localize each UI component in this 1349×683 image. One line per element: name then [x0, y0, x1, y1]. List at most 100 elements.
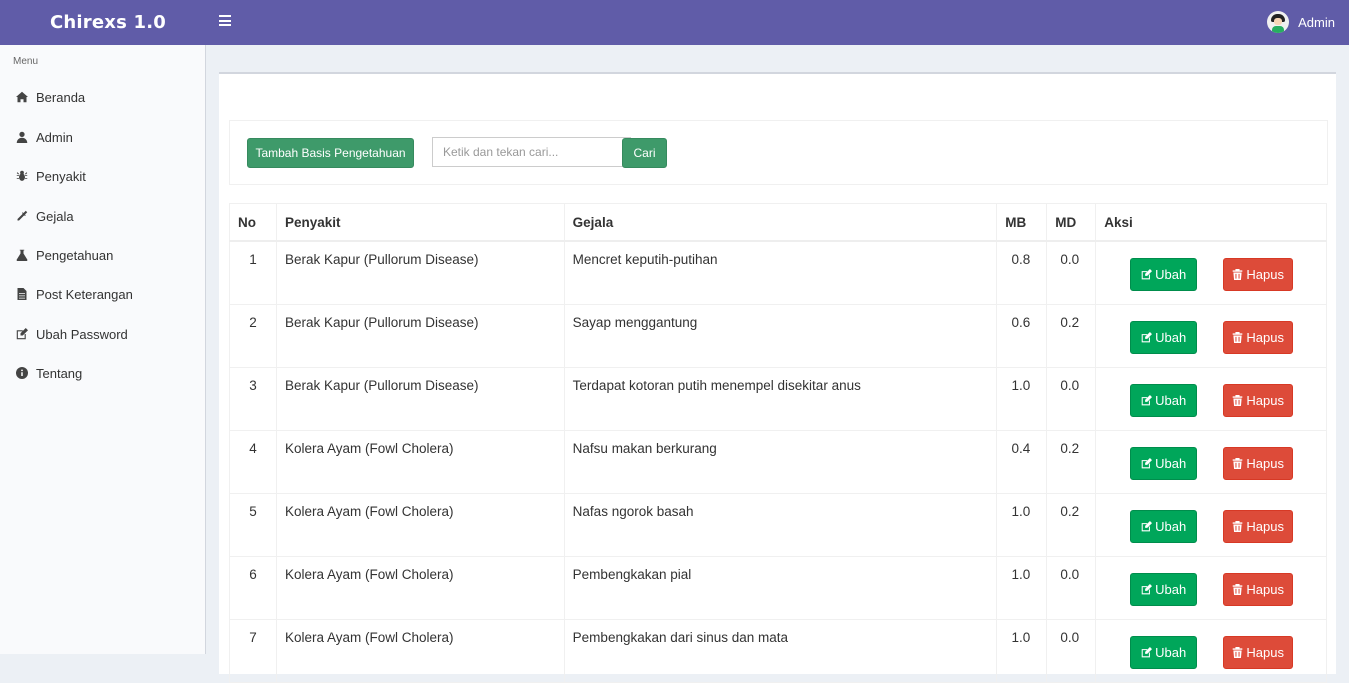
cell-penyakit: Berak Kapur (Pullorum Disease): [275, 240, 565, 305]
delete-label: Hapus: [1246, 267, 1284, 282]
delete-label: Hapus: [1246, 644, 1284, 660]
delete-button[interactable]: Hapus: [1223, 320, 1294, 354]
cell-md: 0.0: [1046, 240, 1097, 305]
add-knowledge-button[interactable]: Tambah Basis Pengetahuan: [247, 138, 414, 168]
cell-penyakit: Kolera Ayam (Fowl Cholera): [275, 492, 565, 557]
sidebar-item-admin[interactable]: Admin: [15, 127, 73, 147]
cell-gejala: Pembengkakan pial: [563, 555, 998, 620]
cell-aksi: Ubah Hapus: [1095, 492, 1327, 557]
edit-label: Ubah: [1155, 455, 1187, 471]
delete-button[interactable]: Hapus: [1223, 383, 1294, 417]
cell-md: 0.0: [1046, 366, 1097, 431]
delete-label: Hapus: [1246, 455, 1284, 471]
trash-icon: [1232, 646, 1246, 658]
delete-label: Hapus: [1246, 329, 1284, 345]
edit-icon: [15, 328, 28, 341]
delete-button[interactable]: Hapus: [1223, 509, 1294, 543]
user-icon: [15, 131, 28, 144]
edit-button[interactable]: Ubah: [1130, 383, 1198, 417]
cell-md: 0.0: [1046, 618, 1097, 683]
cell-no: 4: [229, 429, 277, 494]
flask-icon: [15, 249, 28, 262]
sidebar-item-beranda[interactable]: Beranda: [15, 87, 85, 107]
sidebar-item-pengetahuan[interactable]: Pengetahuan: [15, 245, 113, 265]
delete-button[interactable]: Hapus: [1223, 258, 1294, 291]
table-row: 7 Kolera Ayam (Fowl Cholera) Pembengkakan …: [229, 618, 1327, 683]
column-header-aksi: Aksi: [1095, 203, 1327, 242]
cell-no: 7: [229, 618, 277, 683]
table-row: 5 Kolera Ayam (Fowl Cholera) Nafas ngorok …: [229, 492, 1327, 557]
delete-button[interactable]: Hapus: [1223, 572, 1294, 606]
cell-penyakit: Kolera Ayam (Fowl Cholera): [275, 555, 565, 620]
table-row: 6 Kolera Ayam (Fowl Cholera) Pembengkakan …: [229, 555, 1327, 620]
cell-aksi: Ubah Hapus: [1095, 240, 1327, 305]
sidebar-item-gejala[interactable]: Gejala: [15, 206, 74, 226]
edit-button[interactable]: Ubah: [1130, 320, 1198, 354]
trash-icon: [1232, 520, 1246, 532]
table-row: 4 Kolera Ayam (Fowl Cholera) Nafsu makan b…: [229, 429, 1327, 494]
cell-mb: 1.0: [996, 555, 1048, 620]
column-header-mb: MB: [996, 203, 1048, 242]
cell-aksi: Ubah Hapus: [1095, 366, 1327, 431]
edit-icon: [1141, 520, 1155, 532]
cell-aksi: Ubah Hapus: [1095, 429, 1327, 494]
cell-gejala: Sayap menggantung: [563, 303, 998, 368]
edit-button[interactable]: Ubah: [1130, 258, 1198, 291]
edit-button[interactable]: Ubah: [1130, 635, 1198, 669]
edit-icon: [1141, 646, 1155, 658]
search-button[interactable]: Cari: [622, 138, 667, 168]
cell-gejala: Nafas ngorok basah: [563, 492, 998, 557]
avatar: [1267, 11, 1290, 33]
sidebar-item-post-keterangan[interactable]: Post Keterangan: [15, 284, 133, 304]
edit-button[interactable]: Ubah: [1130, 446, 1198, 480]
sidebar-toggle-icon[interactable]: [219, 15, 231, 27]
cell-gejala: Nafsu makan berkurang: [563, 429, 998, 494]
eyedropper-icon: [15, 210, 28, 223]
edit-icon: [1141, 394, 1155, 406]
sidebar-item-ubah-password[interactable]: Ubah Password: [15, 324, 128, 344]
delete-button[interactable]: Hapus: [1223, 446, 1294, 480]
delete-button[interactable]: Hapus: [1223, 635, 1294, 669]
cell-aksi: Ubah Hapus: [1095, 618, 1327, 683]
cell-penyakit: Berak Kapur (Pullorum Disease): [275, 303, 565, 368]
column-header-md: MD: [1046, 203, 1097, 242]
cell-md: 0.0: [1046, 555, 1097, 620]
table-row: 3 Berak Kapur (Pullorum Disease) Terdapat …: [229, 366, 1327, 431]
cell-penyakit: Kolera Ayam (Fowl Cholera): [275, 429, 565, 494]
cell-mb: 1.0: [996, 492, 1048, 557]
info-icon: [15, 367, 28, 380]
cell-penyakit: Kolera Ayam (Fowl Cholera): [275, 618, 565, 683]
sidebar-item-penyakit[interactable]: Penyakit: [15, 166, 86, 186]
edit-button[interactable]: Ubah: [1130, 572, 1198, 606]
edit-icon: [1141, 269, 1155, 280]
toolbar: Tambah Basis Pengetahuan Cari: [229, 120, 1328, 185]
edit-icon: [1141, 583, 1155, 595]
cell-md: 0.2: [1046, 303, 1097, 368]
sidebar-item-label: Pengetahuan: [36, 247, 114, 263]
edit-button[interactable]: Ubah: [1130, 509, 1198, 543]
column-header-gejala: Gejala: [563, 203, 998, 242]
edit-label: Ubah: [1155, 581, 1187, 597]
bug-icon: [15, 170, 28, 183]
cell-no: 2: [229, 303, 277, 368]
cell-no: 1: [229, 240, 277, 305]
sidebar-item-label: Beranda: [36, 89, 86, 105]
user-name: Admin: [1298, 14, 1335, 30]
table-row: 1 Berak Kapur (Pullorum Disease) Mencret k…: [229, 240, 1327, 305]
sidebar-item-label: Ubah Password: [36, 326, 128, 342]
edit-label: Ubah: [1155, 329, 1187, 345]
search-input[interactable]: [432, 137, 631, 167]
sidebar-item-label: Admin: [36, 129, 73, 145]
edit-label: Ubah: [1155, 518, 1187, 534]
cell-md: 0.2: [1046, 492, 1097, 557]
cell-gejala: Terdapat kotoran putih menempel disekita…: [563, 366, 998, 431]
user-menu[interactable]: Admin: [1267, 11, 1335, 33]
sidebar-item-label: Gejala: [36, 208, 74, 224]
delete-label: Hapus: [1246, 392, 1284, 408]
sidebar-item-tentang[interactable]: Tentang: [15, 363, 82, 383]
trash-icon: [1232, 331, 1246, 343]
brand-logo[interactable]: Chirexs 1.0: [50, 12, 166, 33]
cell-no: 3: [229, 366, 277, 431]
edit-icon: [1141, 331, 1155, 343]
cell-mb: 1.0: [996, 618, 1048, 683]
